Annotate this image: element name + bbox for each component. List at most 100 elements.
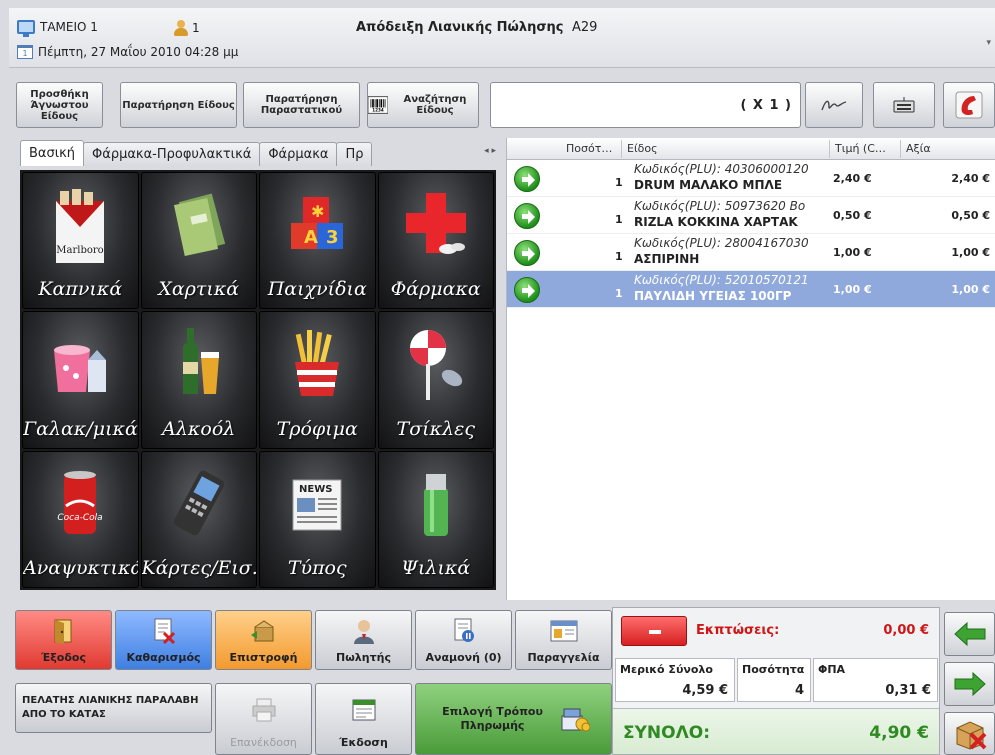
arrow-right-icon[interactable]: [514, 240, 540, 266]
arrow-right-icon[interactable]: [514, 166, 540, 192]
table-row[interactable]: 1 Κωδικός(PLU): 50973620 Βο RIZLA ΚΟΚΚΙΝ…: [507, 197, 995, 234]
signature-icon: [821, 100, 847, 111]
row-price: 1,00 €: [833, 246, 872, 259]
header-price[interactable]: Τιμή (C…: [835, 142, 886, 155]
window-menu-icon[interactable]: ▾: [986, 38, 991, 48]
arrow-right-icon[interactable]: [514, 277, 540, 303]
svg-text:3: 3: [326, 227, 339, 248]
svg-text:1234: 1234: [372, 108, 384, 113]
lighter-icon: [423, 473, 448, 536]
clear-button[interactable]: Καθαρισμός: [115, 610, 212, 670]
barcode-input[interactable]: ( X 1 ): [490, 82, 801, 128]
quantity-multiplier: ( X 1 ): [740, 98, 792, 113]
row-qty: 1: [615, 287, 623, 300]
category-label: Καπνικά: [38, 278, 123, 301]
svg-text:NEWS: NEWS: [299, 484, 332, 495]
phone-icon: [955, 91, 983, 119]
tab-scroll-arrows[interactable]: ◂ ▸: [480, 144, 500, 158]
category-food[interactable]: Τρόφιμα: [259, 311, 376, 449]
tab-more[interactable]: Πρ: [336, 142, 373, 166]
register-icon: [17, 20, 35, 37]
exit-button[interactable]: Έξοδος: [15, 610, 112, 670]
category-toys[interactable]: A 3 ✱ Παιχνίδια: [259, 172, 376, 310]
row-value: 1,00 €: [951, 246, 990, 259]
header-value[interactable]: Αξία: [906, 142, 931, 155]
cancel-box-icon: [956, 720, 986, 750]
quantity-label: Ποσότητα: [742, 663, 805, 676]
category-dairy[interactable]: Γαλακ/μικά: [22, 311, 139, 449]
row-name: ΑΣΠΙΡΙΝΗ: [634, 252, 700, 266]
add-unknown-item-button[interactable]: Προσθήκη Άγνωστου Είδους: [16, 82, 103, 128]
barcode-icon: 1234: [368, 96, 388, 114]
keyboard-icon: [893, 97, 915, 113]
discount-value: 0,00 €: [883, 623, 929, 638]
search-item-button[interactable]: 1234 Αναζήτηση Είδους: [367, 82, 479, 128]
previous-button[interactable]: [944, 612, 995, 656]
return-button[interactable]: Επιστροφή: [215, 610, 312, 670]
table-row-selected[interactable]: 1 Κωδικός(PLU): 52010570121 ΠΑΥΛΙΔΗ ΥΓΕΙ…: [507, 271, 995, 308]
table-row[interactable]: 1 Κωδικός(PLU): 28004167030 ΑΣΠΙΡΙΝΗ 1,0…: [507, 234, 995, 271]
call-button[interactable]: [943, 82, 995, 128]
grand-total: ΣΥΝΟΛΟ: 4,90 €: [613, 708, 939, 754]
row-plu: Κωδικός(PLU): 28004167030: [634, 236, 809, 250]
category-gum[interactable]: Τσίκλες: [377, 311, 494, 449]
category-soft-drinks[interactable]: Coca-Cola Αναψυκτικά: [22, 450, 139, 588]
discount-minus-button[interactable]: [621, 616, 687, 646]
payment-method-button[interactable]: Επιλογή Τρόπου Πληρωμής: [415, 683, 612, 755]
category-label: Κάρτες/Εισ.: [141, 556, 257, 579]
category-label: Χαρτικά: [158, 278, 240, 301]
arrow-right-icon[interactable]: [514, 203, 540, 229]
reissue-button[interactable]: Επανέκδοση: [215, 683, 312, 755]
category-cards[interactable]: Κάρτες/Εισ.: [140, 450, 257, 588]
beer-icon: [182, 328, 219, 395]
register-info: ΤΑΜΕΙΟ 1: [17, 20, 98, 37]
category-label: Αναψυκτικά: [23, 556, 139, 579]
keyboard-button[interactable]: [873, 82, 935, 128]
user-icon: [174, 20, 188, 36]
total-label: ΣΥΝΟΛΟ:: [623, 723, 711, 743]
header-item[interactable]: Είδος: [627, 142, 658, 155]
issue-button[interactable]: Έκδοση: [315, 683, 412, 755]
category-grid: Marlboro Καπνικά Χαρτικά A 3 ✱ Παιχνίδια Φ…: [20, 170, 496, 590]
seller-button[interactable]: Πωλητής: [315, 610, 412, 670]
category-tobacco[interactable]: Marlboro Καπνικά: [22, 172, 139, 310]
mobile-phone-icon: [173, 470, 224, 535]
subtotal-label: Μερικό Σύνολο: [620, 663, 713, 676]
row-plu: Κωδικός(PLU): 52010570121: [634, 273, 809, 287]
return-box-icon: [250, 620, 273, 642]
category-label: Τύπος: [287, 556, 347, 579]
category-medicine[interactable]: Φάρμακα: [377, 172, 494, 310]
datetime: Πέμπτη, 27 Μαΐου 2010 04:28 μμ: [38, 45, 239, 59]
document-note-button[interactable]: Παρατήρηση Παραστατικού: [243, 82, 360, 128]
register-name: ΤΑΜΕΙΟ 1: [40, 20, 98, 34]
tab-basic[interactable]: Βασική: [20, 140, 85, 166]
table-row[interactable]: 1 Κωδικός(PLU): 40306000120 DRUM ΜΑΛΑΚΟ …: [507, 160, 995, 197]
document-number: Α29: [571, 20, 598, 35]
row-value: 0,50 €: [951, 209, 990, 222]
customer-label: ΠΕΛΑΤΗΣ ΛΙΑΝΙΚΗΣ ΠΑΡΑΛΑΒΗ ΑΠΟ ΤΟ ΚΑΤΑΣ: [22, 695, 199, 720]
clear-document-icon: [154, 618, 175, 644]
tab-pharma[interactable]: Φάρμακα: [259, 142, 338, 166]
category-label: Τσίκλες: [396, 417, 475, 440]
svg-text:A: A: [304, 227, 318, 248]
category-misc[interactable]: Ψιλικά: [377, 450, 494, 588]
cancel-receipt-button[interactable]: [944, 712, 995, 755]
svg-text:✱: ✱: [311, 202, 324, 221]
row-price: 1,00 €: [833, 283, 872, 296]
tab-pharma-prophylactic[interactable]: Φάρμακα-Προφυλακτικά: [83, 142, 261, 166]
quantity-cell: Ποσότητα 4: [737, 658, 811, 702]
next-button[interactable]: [944, 662, 995, 706]
signature-button[interactable]: [805, 82, 863, 128]
header-qty[interactable]: Ποσότ…: [566, 142, 612, 155]
order-button[interactable]: Παραγγελία: [515, 610, 612, 670]
hold-button[interactable]: Αναμονή (0): [415, 610, 512, 670]
category-alcohol[interactable]: Αλκοόλ: [140, 311, 257, 449]
list-header: Ποσότ… Είδος Τιμή (C… Αξία: [507, 138, 995, 160]
row-name: RIZLA ΚΟΚΚΙΝΑ ΧΑΡΤΑΚ: [634, 215, 798, 229]
discount-label: Εκπτώσεις:: [696, 623, 780, 638]
category-press[interactable]: NEWS Τύπος: [259, 450, 376, 588]
category-stationery[interactable]: Χαρτικά: [140, 172, 257, 310]
customer-button[interactable]: ΠΕΛΑΤΗΣ ΛΙΑΝΙΚΗΣ ΠΑΡΑΛΑΒΗ ΑΠΟ ΤΟ ΚΑΤΑΣ: [15, 683, 212, 733]
item-note-button[interactable]: Παρατήρηση Είδους: [120, 82, 237, 128]
calendar-icon: 1: [17, 45, 33, 59]
